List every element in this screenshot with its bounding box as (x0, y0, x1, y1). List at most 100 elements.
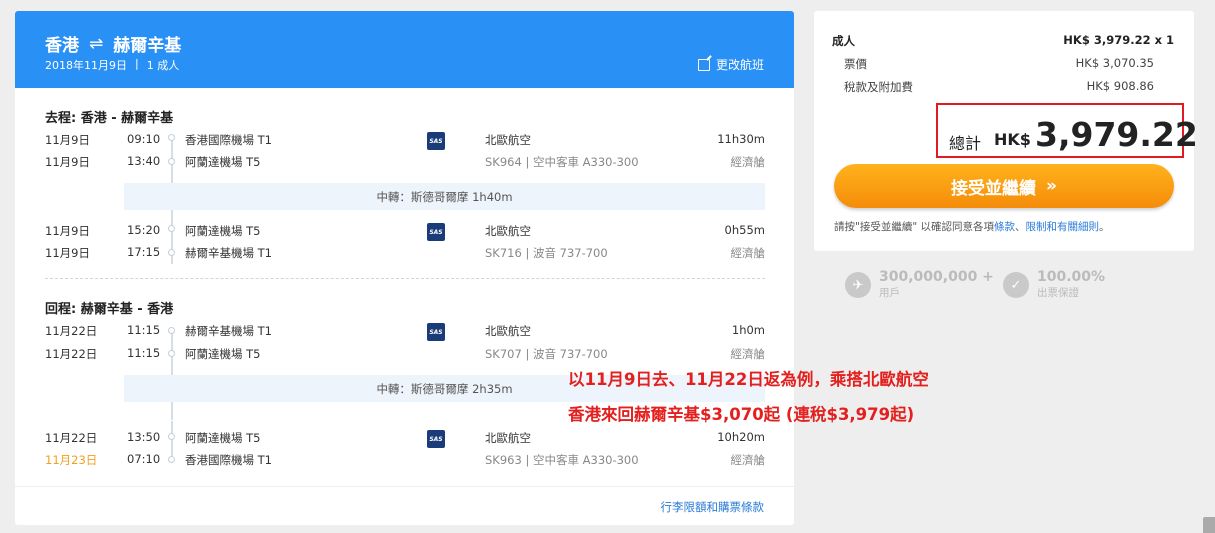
flight-info: SK707 | 波音 737-700 (485, 347, 608, 361)
change-flight-button[interactable]: 更改航班 (697, 56, 764, 73)
flight-duration: 11h30m (717, 132, 765, 146)
departure-time: 15:20 (127, 223, 161, 237)
arrival-airport: 香港國際機場 T1 (185, 453, 272, 467)
passenger-count: 1 成人 (146, 59, 180, 72)
sas-logo-icon: SAS (427, 132, 445, 150)
plane-icon: ✈ (845, 272, 871, 298)
trip-date: 2018年11月9日 (45, 59, 127, 72)
inbound-title: 回程: 赫爾辛基 - 香港 (45, 302, 174, 317)
ticket-guarantee-stat: ✓ 100.00% 出票保證 (1003, 270, 1105, 300)
flight-duration: 0h55m (724, 223, 765, 237)
itinerary-header: 香港 ⇌ 赫爾辛基 2018年11月9日 | 1 成人 更改航班 (15, 11, 794, 88)
arrival-time: 17:15 (127, 245, 161, 259)
arrival-airport: 赫爾辛基機場 T1 (185, 246, 272, 260)
section-divider (45, 278, 765, 279)
airline-name: 北歐航空 (485, 324, 531, 338)
arrival-date: 11月9日 (45, 155, 90, 169)
segment-departure-row: 11月22日 11:15 赫爾辛基機場 T1 北歐航空 1h0m (45, 323, 765, 341)
baggage-terms-link[interactable]: 行李限額和購票條款 (661, 499, 765, 515)
promo-annotation-line2: 香港來回赫爾辛基$3,070起 (連稅$3,979起) (568, 405, 915, 424)
itinerary-card: 香港 ⇌ 赫爾辛基 2018年11月9日 | 1 成人 更改航班 去程: 香港 … (15, 11, 794, 525)
departure-date: 11月9日 (45, 224, 90, 238)
departure-airport: 阿蘭達機場 T5 (185, 431, 261, 445)
segment-departure-row: 11月9日 09:10 香港國際機場 T1 北歐航空 11h30m (45, 132, 765, 150)
users-stat: ✈ 300,000,000 + 用戶 (845, 270, 994, 300)
terms-suffix: 。 (1099, 221, 1110, 233)
guarantee-caption: 出票保證 (1037, 287, 1079, 299)
airline-name: 北歐航空 (485, 133, 531, 147)
change-flight-label: 更改航班 (715, 58, 764, 72)
fare-label: 票價 (844, 57, 867, 71)
airline-name: 北歐航空 (485, 224, 531, 238)
fare-value: HK$ 3,070.35 (1075, 56, 1154, 70)
sas-logo-icon: SAS (427, 223, 445, 241)
outbound-title: 去程: 香港 - 赫爾辛基 (45, 111, 174, 126)
adult-value: HK$ 3,979.22 x 1 (1063, 33, 1174, 47)
flight-duration: 10h20m (717, 430, 765, 444)
summary-separator: | (135, 57, 139, 70)
segment-arrival-row: 11月23日 07:10 香港國際機場 T1 SK963 | 空中客車 A330… (45, 452, 765, 470)
swap-arrow-icon: ⇌ (89, 33, 104, 54)
promo-annotation-line1: 以11月9日去、11月22日返為例，乘搭北歐航空 (568, 370, 929, 389)
users-count: 300,000,000 + (879, 269, 994, 285)
users-caption: 用戶 (879, 287, 900, 299)
departure-airport: 赫爾辛基機場 T1 (185, 324, 272, 338)
route-title: 香港 ⇌ 赫爾辛基 (45, 31, 182, 57)
terms-link[interactable]: 條款 (994, 221, 1015, 233)
total-amount: 3,979.22 (1035, 115, 1198, 154)
segment-departure-row: 11月9日 15:20 阿蘭達機場 T5 北歐航空 0h55m (45, 223, 765, 241)
departure-date: 11月22日 (45, 431, 98, 445)
departure-date: 11月9日 (45, 133, 90, 147)
trip-summary: 2018年11月9日 | 1 成人 (45, 57, 179, 73)
flight-info: SK716 | 波音 737-700 (485, 246, 608, 260)
departure-airport: 阿蘭達機場 T5 (185, 224, 261, 238)
departure-time: 13:50 (127, 430, 161, 444)
segment-arrival-row: 11月22日 11:15 阿蘭達機場 T5 SK707 | 波音 737-700… (45, 346, 765, 364)
edit-icon (697, 58, 710, 71)
departure-time: 11:15 (127, 323, 161, 337)
airline-name: 北歐航空 (485, 431, 531, 445)
cabin-class: 經濟艙 (730, 347, 766, 361)
terms-prefix: 請按"接受並繼續" 以確認同意各項 (834, 221, 994, 233)
arrival-airport: 阿蘭達機場 T5 (185, 347, 261, 361)
total-currency: HK$ (994, 130, 1031, 149)
shield-icon: ✓ (1003, 272, 1029, 298)
double-chevron-icon: » (1046, 176, 1057, 196)
segment-arrival-row: 11月9日 13:40 阿蘭達機場 T5 SK964 | 空中客車 A330-3… (45, 154, 765, 172)
origin-city: 香港 (45, 36, 79, 56)
arrival-airport: 阿蘭達機場 T5 (185, 155, 261, 169)
cabin-class: 經濟艙 (730, 246, 766, 260)
accept-continue-label: 接受並繼續 (951, 178, 1036, 199)
adult-label: 成人 (832, 34, 855, 48)
segment-departure-row: 11月22日 13:50 阿蘭達機場 T5 北歐航空 10h20m (45, 430, 765, 448)
flight-duration: 1h0m (731, 323, 765, 337)
guarantee-value: 100.00% (1037, 269, 1106, 285)
scroll-handle[interactable] (1203, 517, 1215, 533)
tax-value: HK$ 908.86 (1086, 79, 1154, 93)
tax-label: 稅款及附加費 (844, 80, 913, 94)
departure-airport: 香港國際機場 T1 (185, 133, 272, 147)
footer-divider (15, 486, 794, 487)
departure-time: 09:10 (127, 132, 161, 146)
terms-separator: 、 (1015, 221, 1026, 233)
segment-arrival-row: 11月9日 17:15 赫爾辛基機場 T1 SK716 | 波音 737-700… (45, 245, 765, 263)
cabin-class: 經濟艙 (730, 155, 766, 169)
transfer-info: 中轉：斯德哥爾摩 1h40m (124, 183, 765, 210)
arrival-time: 11:15 (127, 346, 161, 360)
arrival-date: 11月9日 (45, 246, 90, 260)
accept-continue-button[interactable]: 接受並繼續 » (834, 164, 1174, 208)
departure-date: 11月22日 (45, 324, 98, 338)
cabin-class: 經濟艙 (730, 453, 766, 467)
flight-info: SK964 | 空中客車 A330-300 (485, 155, 639, 169)
total-label: 總計 (949, 134, 982, 153)
arrival-date: 11月22日 (45, 347, 98, 361)
arrival-time: 13:40 (127, 154, 161, 168)
destination-city: 赫爾辛基 (113, 36, 182, 56)
arrival-date-next-day: 11月23日 (45, 453, 98, 467)
sas-logo-icon: SAS (427, 323, 445, 341)
arrival-time: 07:10 (127, 452, 161, 466)
restrictions-link[interactable]: 限制和有關細則 (1026, 221, 1100, 233)
sas-logo-icon: SAS (427, 430, 445, 448)
price-summary-card: 成人 HK$ 3,979.22 x 1 票價 HK$ 3,070.35 稅款及附… (814, 11, 1198, 251)
flight-info: SK963 | 空中客車 A330-300 (485, 453, 639, 467)
